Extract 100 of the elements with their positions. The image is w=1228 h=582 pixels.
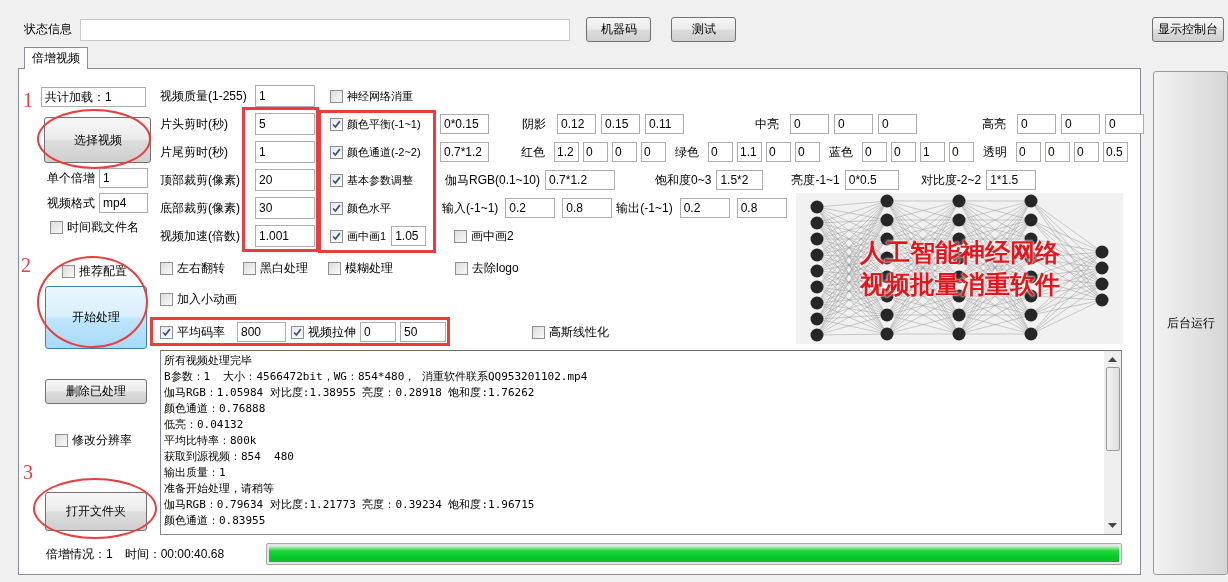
text-field[interactable]: 0	[1017, 114, 1056, 134]
checkbox[interactable]	[330, 173, 343, 187]
text-field[interactable]: 0	[862, 142, 887, 162]
text-field[interactable]: 800	[237, 322, 286, 342]
delete-button[interactable]: 删除已处理	[45, 379, 147, 404]
text-field[interactable]: 50	[400, 322, 446, 342]
checkbox-label[interactable]: 推荐配置	[79, 262, 127, 280]
checkbox[interactable]	[330, 229, 343, 243]
text-field[interactable]: 0	[949, 142, 974, 162]
text-field[interactable]: 0	[1105, 114, 1144, 134]
status-field[interactable]	[80, 18, 570, 41]
checkbox-label[interactable]: 模糊处理	[345, 259, 393, 277]
text-field[interactable]: 0.11	[645, 114, 684, 134]
text-field[interactable]: mp4	[99, 193, 148, 213]
text-field[interactable]: 1.5*2	[716, 170, 764, 190]
text-field[interactable]: 0*0.5	[844, 170, 899, 190]
open-folder-button[interactable]: 打开文件夹	[45, 492, 147, 531]
checkbox-label[interactable]: 神经网络消重	[347, 88, 413, 104]
text-field[interactable]: 0	[1016, 142, 1041, 162]
tab[interactable]: 倍增视频	[24, 47, 88, 69]
text-field[interactable]: 0.8	[736, 198, 787, 218]
text-field[interactable]: 0	[708, 142, 733, 162]
text-field[interactable]: 0.7*1.2	[440, 142, 489, 162]
text-field[interactable]: 1.2	[554, 142, 579, 162]
text-field[interactable]: 1*1.5	[986, 170, 1037, 190]
text-field[interactable]: 0	[360, 322, 396, 342]
text-field[interactable]: 20	[255, 169, 315, 191]
checkbox[interactable]	[330, 145, 343, 159]
text-field[interactable]: 5	[255, 113, 315, 135]
checkbox[interactable]	[160, 261, 173, 275]
background-run-button[interactable]: 后台运行	[1153, 71, 1228, 575]
start-button[interactable]: 开始处理	[45, 286, 147, 349]
toolbar-button[interactable]: 机器码	[586, 17, 651, 42]
scroll-up-icon[interactable]	[1108, 357, 1117, 362]
checkbox[interactable]	[291, 325, 304, 339]
checkbox[interactable]	[50, 220, 63, 234]
checkbox-label[interactable]: 去除logo	[472, 259, 519, 277]
text-field[interactable]: 0	[790, 114, 829, 134]
text-field[interactable]: 1	[255, 141, 315, 163]
text-field[interactable]: 0.2	[505, 198, 556, 218]
text-field[interactable]: 0.12	[557, 114, 596, 134]
checkbox-label[interactable]: 视频拉伸	[308, 323, 356, 341]
text-field[interactable]: 0	[891, 142, 916, 162]
scrollbar[interactable]	[1104, 351, 1121, 534]
checkbox[interactable]	[454, 229, 467, 243]
checkbox-label[interactable]: 左右翻转	[177, 259, 225, 277]
text-field[interactable]: 0.2	[679, 198, 730, 218]
text-field[interactable]: 0.8	[562, 198, 613, 218]
banner-text: 人工智能神经网络	[858, 237, 1061, 267]
checkbox[interactable]	[243, 261, 256, 275]
checkbox-label[interactable]: 画中画1	[347, 228, 387, 244]
text-field[interactable]: 1.1	[737, 142, 762, 162]
text-field[interactable]: 0	[641, 142, 666, 162]
checkbox[interactable]	[328, 261, 341, 275]
checkbox[interactable]	[330, 117, 343, 131]
text-field[interactable]: 0	[1061, 114, 1100, 134]
field-label: 视频加速(倍数)	[160, 227, 241, 245]
scroll-thumb[interactable]	[1105, 367, 1120, 451]
text-field[interactable]: 0	[1045, 142, 1070, 162]
toolbar-button[interactable]: 测试	[671, 17, 736, 42]
checkbox-label[interactable]: 颜色平衡(-1~1)	[347, 116, 421, 132]
text-field[interactable]: 0	[878, 114, 917, 134]
text-field[interactable]: 0.15	[601, 114, 640, 134]
checkbox[interactable]	[330, 201, 343, 215]
checkbox[interactable]	[455, 261, 468, 275]
checkbox-label[interactable]: 黑白处理	[260, 259, 308, 277]
text-field[interactable]: 0	[583, 142, 608, 162]
checkbox[interactable]	[160, 325, 173, 339]
checkbox-label[interactable]: 加入小动画	[177, 291, 237, 308]
text-field[interactable]: 0	[612, 142, 637, 162]
checkbox-label[interactable]: 时间戳文件名	[67, 218, 139, 236]
text-field[interactable]: 30	[255, 197, 315, 219]
text-field[interactable]: 1	[255, 85, 315, 107]
text-field[interactable]: 0.7*1.2	[545, 170, 616, 190]
text-field[interactable]: 0	[834, 114, 873, 134]
console-button[interactable]: 显示控制台	[1152, 17, 1224, 42]
text-field[interactable]: 1.001	[255, 225, 315, 247]
checkbox-label[interactable]: 颜色通道(-2~2)	[347, 144, 421, 160]
checkbox[interactable]	[160, 293, 173, 306]
checkbox-label[interactable]: 颜色水平	[347, 200, 391, 216]
checkbox-label[interactable]: 画中画2	[471, 227, 514, 245]
text-field[interactable]: 1.05	[391, 226, 427, 246]
checkbox-label[interactable]: 平均码率	[177, 323, 225, 341]
checkbox[interactable]	[55, 433, 68, 447]
select-video-button[interactable]: 选择视频	[44, 117, 151, 163]
text-field[interactable]: 共计加载：1	[41, 87, 146, 107]
checkbox-label[interactable]: 基本参数调整	[347, 172, 413, 188]
text-field[interactable]: 0.5	[1103, 142, 1128, 162]
checkbox[interactable]	[532, 325, 545, 339]
text-field[interactable]: 0	[766, 142, 791, 162]
checkbox-label[interactable]: 修改分辨率	[72, 431, 132, 449]
checkbox[interactable]	[330, 89, 343, 103]
checkbox-label[interactable]: 高斯线性化	[549, 323, 609, 341]
checkbox[interactable]	[62, 264, 75, 278]
text-field[interactable]: 0	[1074, 142, 1099, 162]
text-field[interactable]: 0	[795, 142, 820, 162]
scroll-down-icon[interactable]	[1108, 523, 1117, 528]
text-field[interactable]: 0*0.15	[440, 114, 489, 134]
text-field[interactable]: 1	[99, 168, 148, 188]
text-field[interactable]: 1	[920, 142, 945, 162]
